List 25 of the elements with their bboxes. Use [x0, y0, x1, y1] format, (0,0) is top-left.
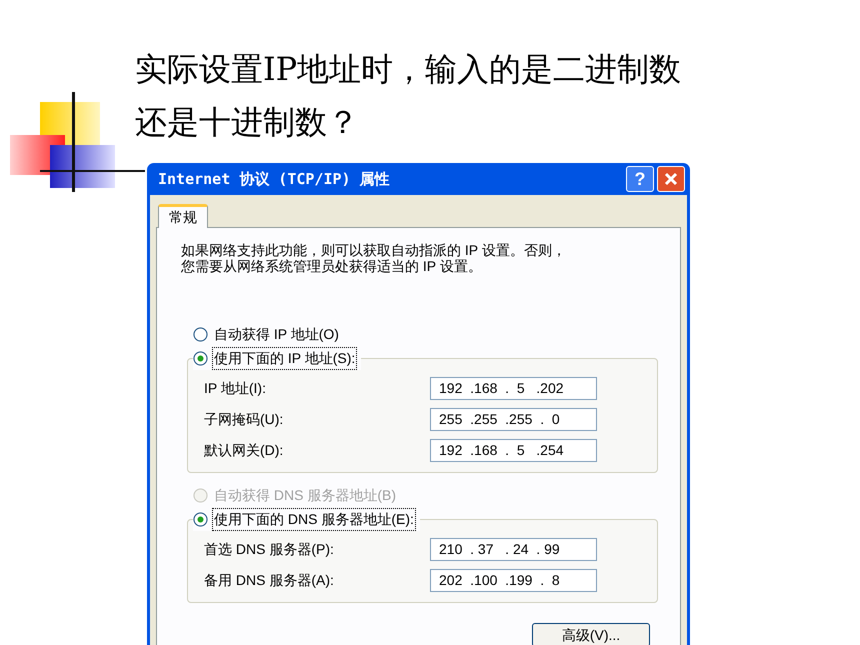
radio-button[interactable] [193, 326, 208, 342]
slide-title-line: 实际设置IP地址时，输入的是二进制数 [135, 49, 682, 90]
radio-button[interactable] [193, 350, 208, 366]
slide-title-line: 还是十进制数？ [135, 102, 359, 143]
field-label: 首选 DNS 服务器(P): [204, 540, 334, 559]
close-button[interactable] [657, 166, 685, 192]
field-label: IP 地址(I): [204, 379, 266, 398]
radio-button[interactable] [193, 512, 208, 526]
advanced-button[interactable]: 高级(V)... [532, 623, 650, 645]
ip-address-field[interactable]: 210 . 37 . 24 . 99 [430, 538, 597, 561]
ip-address-field[interactable]: 192 .168 . 5 .202 [430, 377, 597, 400]
ip-address-field[interactable]: 192 .168 . 5 .254 [430, 439, 597, 462]
tab[interactable]: 常规 [158, 204, 208, 228]
ip-address-field[interactable]: 202 .100 .199 . 8 [430, 569, 597, 592]
description-text: 您需要从网络系统管理员处获得适当的 IP 设置。 [181, 258, 482, 274]
close-icon [664, 172, 678, 186]
ip-address-field[interactable]: 255 .255 .255 . 0 [430, 408, 597, 431]
field-label: 默认网关(D): [204, 441, 284, 460]
radio-option[interactable]: 使用下面的 IP 地址(S): [193, 346, 362, 370]
window-title: Internet 协议 (TCP/IP) 属性 [158, 168, 390, 190]
description-text: 如果网络支持此功能，则可以获取自动指派的 IP 设置。否则， [181, 242, 566, 258]
field-label: 备用 DNS 服务器(A): [204, 571, 334, 590]
field-label: 子网掩码(U): [204, 410, 284, 429]
radio-option[interactable]: 使用下面的 DNS 服务器地址(E): [193, 507, 420, 531]
help-button[interactable]: ? [626, 166, 654, 192]
